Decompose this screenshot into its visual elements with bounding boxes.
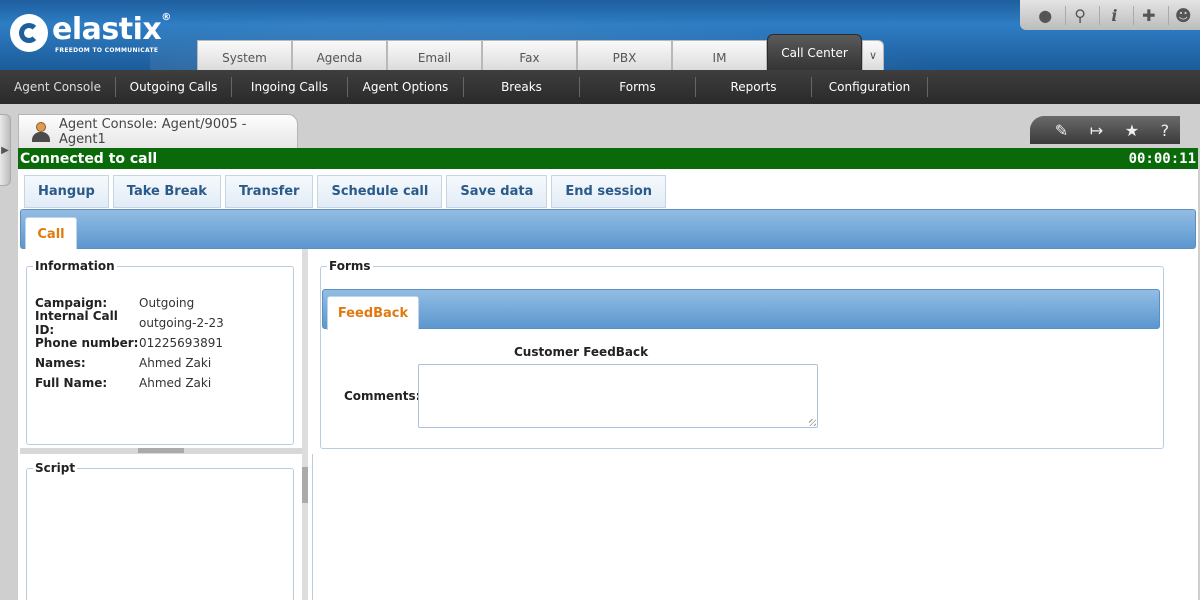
user-icon[interactable]: ☻: [1167, 5, 1198, 25]
left-scrollbar-thumb[interactable]: [302, 467, 308, 503]
tab-fax[interactable]: Fax: [482, 40, 577, 70]
logo-reg: ®: [161, 12, 171, 23]
information-legend: Information: [35, 259, 115, 273]
submenu-agent-options[interactable]: Agent Options: [348, 77, 464, 97]
tab-call-center[interactable]: Call Center: [767, 34, 862, 70]
info-icon[interactable]: i: [1098, 5, 1129, 25]
schedule-call-button[interactable]: Schedule call: [317, 175, 443, 208]
help-icon[interactable]: ?: [1161, 121, 1170, 140]
tab-pbx[interactable]: PBX: [577, 40, 672, 70]
tab-feedback[interactable]: FeedBack: [327, 296, 419, 330]
theme-drop-icon[interactable]: ●: [1030, 6, 1060, 25]
info-row-names: Names: Ahmed Zaki: [35, 356, 212, 370]
tab-agenda[interactable]: Agenda: [292, 40, 387, 70]
call-timer: 00:00:11: [1128, 150, 1196, 167]
top-tabs: System Agenda Email Fax PBX IM Call Cent…: [197, 34, 884, 70]
forms-tab-bar: FeedBack: [322, 289, 1160, 330]
console-panel: Hangup Take Break Transfer Schedule call…: [18, 169, 1198, 600]
hangup-button[interactable]: Hangup: [24, 175, 109, 208]
agent-icon: [31, 121, 51, 143]
comments-textarea[interactable]: [418, 364, 818, 428]
script-legend: Script: [35, 461, 76, 475]
submenu-forms[interactable]: Forms: [580, 77, 696, 97]
tab-im[interactable]: IM: [672, 40, 767, 70]
submenu-outgoing-calls[interactable]: Outgoing Calls: [116, 77, 232, 97]
panel-splitter[interactable]: [20, 448, 304, 454]
comments-label: Comments:: [344, 389, 421, 403]
take-break-button[interactable]: Take Break: [112, 175, 221, 208]
form-title: Customer FeedBack: [514, 345, 649, 359]
logo-mark-icon: [10, 14, 48, 52]
right-column: Forms FeedBack Customer FeedBack Comment…: [312, 249, 1196, 600]
search-icon[interactable]: ⚲: [1064, 5, 1095, 25]
status-text: Connected to call: [20, 150, 158, 167]
elastix-logo[interactable]: elastix® FREEDOM TO COMMUNICATE: [8, 10, 178, 60]
tab-email[interactable]: Email: [387, 40, 482, 70]
call-status-bar: Connected to call 00:00:11: [18, 148, 1198, 169]
splitter-grip[interactable]: [138, 448, 184, 453]
submenu-configuration[interactable]: Configuration: [812, 77, 928, 97]
sidebar-toggle-handle[interactable]: ▶: [0, 114, 11, 186]
action-buttons: Hangup Take Break Transfer Schedule call…: [24, 175, 667, 208]
submenu-agent-console[interactable]: Agent Console: [0, 77, 116, 97]
call-tab-bar: Call: [20, 209, 1196, 250]
info-row-phone: Phone number: 01225693891: [35, 336, 223, 350]
more-tabs-chevron-icon[interactable]: ∨: [862, 40, 884, 70]
logo-word: elastix: [52, 12, 162, 47]
top-header: elastix® FREEDOM TO COMMUNICATE ● ⚲ i ✚ …: [0, 0, 1200, 70]
exit-arrow-icon[interactable]: ↦: [1090, 121, 1103, 140]
submenu-reports[interactable]: Reports: [696, 77, 812, 97]
tab-call[interactable]: Call: [25, 217, 77, 250]
main-area: ▶ Agent Console: Agent/9005 - Agent1 ✎ ↦…: [0, 104, 1200, 600]
information-fieldset: Information Campaign: Outgoing Internal C…: [26, 259, 294, 445]
submenu-ingoing-calls[interactable]: Ingoing Calls: [232, 77, 348, 97]
left-column: Information Campaign: Outgoing Internal C…: [20, 249, 308, 600]
info-row-call-id: Internal Call ID: outgoing-2-23: [35, 309, 224, 337]
save-data-button[interactable]: Save data: [446, 175, 548, 208]
forms-legend: Forms: [329, 259, 371, 273]
addons-icon[interactable]: ✚: [1133, 5, 1163, 25]
transfer-button[interactable]: Transfer: [224, 175, 314, 208]
window-title: Agent Console: Agent/9005 - Agent1: [58, 116, 247, 147]
info-row-full-name: Full Name: Ahmed Zaki: [35, 376, 212, 390]
forms-lower-area: [312, 454, 1196, 600]
end-session-button[interactable]: End session: [551, 175, 667, 208]
window-buttons: ✎ ↦ ★ ?: [1030, 116, 1180, 144]
logo-tagline: FREEDOM TO COMMUNICATE: [55, 47, 159, 54]
tab-system[interactable]: System: [197, 40, 292, 70]
window-title-tab: Agent Console: Agent/9005 - Agent1: [18, 114, 298, 148]
star-icon[interactable]: ★: [1125, 121, 1139, 140]
submenu-breaks[interactable]: Breaks: [464, 77, 580, 97]
header-tools: ● ⚲ i ✚ ☻: [1020, 0, 1200, 30]
left-scrollbar[interactable]: [302, 249, 308, 600]
edit-icon[interactable]: ✎: [1055, 121, 1068, 140]
script-fieldset: Script: [26, 461, 294, 600]
module-content: Agent Console: Agent/9005 - Agent1 ✎ ↦ ★…: [18, 104, 1200, 600]
submenu-bar: Agent Console Outgoing Calls Ingoing Cal…: [0, 70, 1200, 104]
